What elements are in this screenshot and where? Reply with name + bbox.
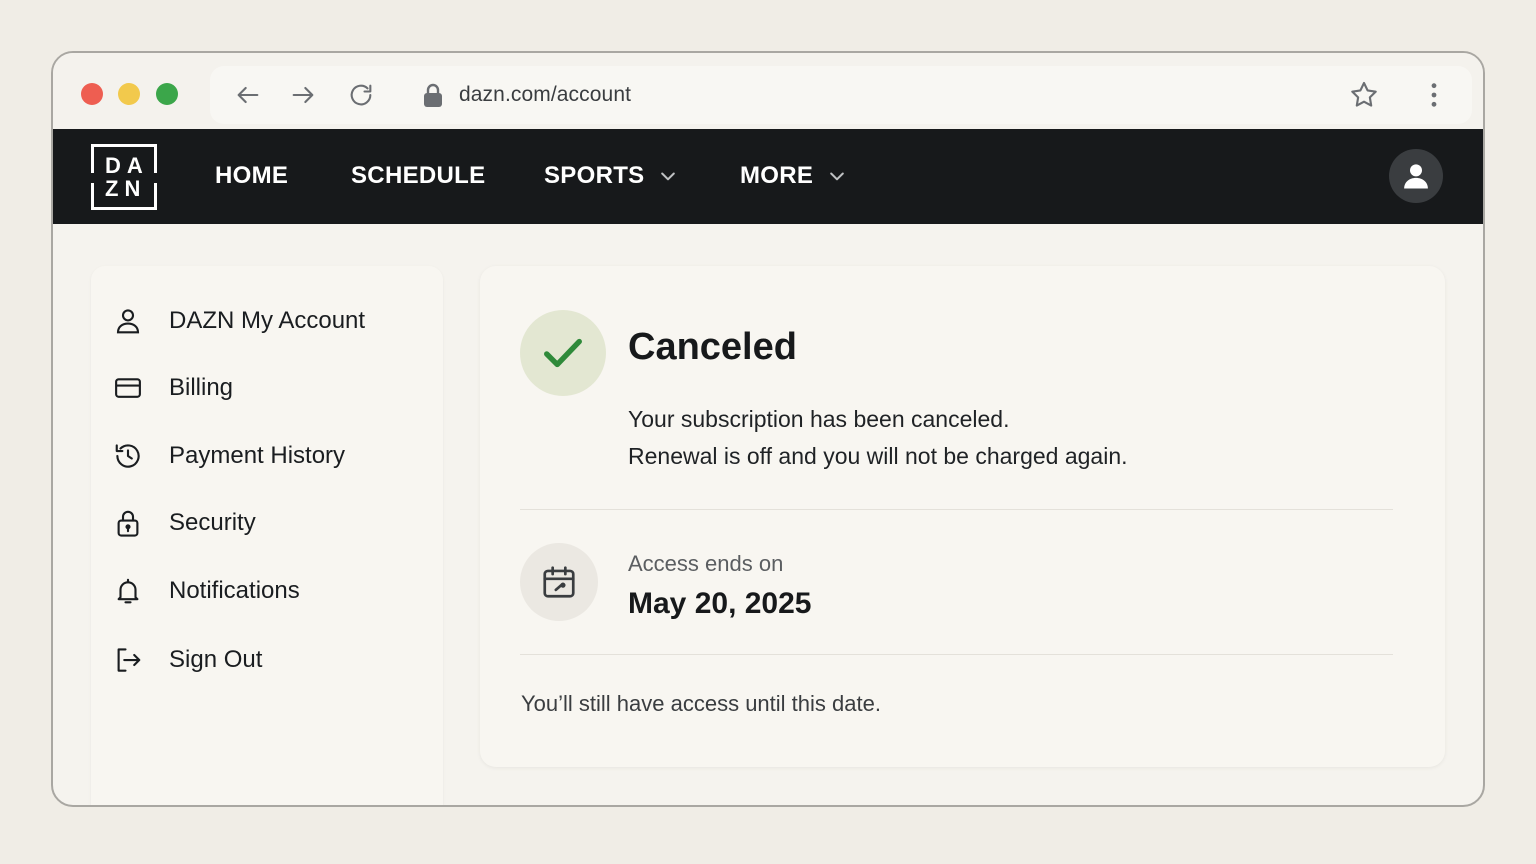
calendar-icon <box>543 566 575 598</box>
sidebar-item-security[interactable]: Security <box>113 503 256 543</box>
access-end-date: May 20, 2025 <box>628 587 812 620</box>
forward-arrow-icon[interactable] <box>287 79 319 111</box>
account-sidebar: DAZN My Account Billing Payment History … <box>91 266 443 805</box>
access-footnote: You’ll still have access until this date… <box>521 691 881 716</box>
checkmark-icon <box>544 338 582 368</box>
nav-more-label: MORE <box>740 162 814 189</box>
nav-schedule-label: SCHEDULE <box>351 162 486 189</box>
nav-home-label: HOME <box>215 162 289 189</box>
nav-more[interactable]: MORE <box>740 162 847 190</box>
top-navigation: DA ZN HOME SCHEDULE SPORTS MORE <box>53 129 1483 224</box>
browser-window: dazn.com/account DA ZN HOME SCHEDULE SPO… <box>51 51 1485 807</box>
nav-schedule[interactable]: SCHEDULE <box>351 162 485 190</box>
sidebar-item-sign-out[interactable]: Sign Out <box>113 640 262 680</box>
chevron-down-icon <box>830 172 845 181</box>
bookmark-star-icon[interactable] <box>1348 79 1380 111</box>
reload-icon[interactable] <box>345 79 377 111</box>
back-arrow-icon[interactable] <box>232 79 264 111</box>
chevron-down-icon <box>661 172 676 181</box>
maximize-window-button[interactable] <box>156 83 178 105</box>
success-badge <box>520 310 606 396</box>
status-title: Canceled <box>628 326 797 368</box>
sidebar-item-notifications[interactable]: Notifications <box>113 571 300 611</box>
sign-out-icon <box>117 648 141 672</box>
lock-icon <box>421 82 445 108</box>
sidebar-item-label: Payment History <box>169 442 346 469</box>
sidebar-item-label: Sign Out <box>169 646 263 673</box>
nav-sports-label: SPORTS <box>544 162 645 189</box>
close-window-button[interactable] <box>81 83 103 105</box>
credit-card-icon <box>115 378 141 398</box>
bell-icon <box>117 578 139 604</box>
divider <box>520 509 1393 510</box>
browser-chrome: dazn.com/account <box>53 53 1483 129</box>
address-bar[interactable]: dazn.com/account <box>210 66 1472 124</box>
status-message-line2: Renewal is off and you will not be charg… <box>628 443 1128 469</box>
user-icon <box>116 309 140 334</box>
profile-avatar-button[interactable] <box>1389 149 1443 203</box>
status-message-line1: Your subscription has been canceled. <box>628 406 1010 432</box>
logo-text-bottom: ZN <box>105 176 147 201</box>
divider <box>520 654 1393 655</box>
user-icon <box>1404 164 1428 189</box>
lock-icon <box>117 510 139 537</box>
url-text[interactable]: dazn.com/account <box>459 83 631 107</box>
nav-sports[interactable]: SPORTS <box>544 162 678 190</box>
sidebar-item-label: Notifications <box>169 577 300 604</box>
sidebar-item-label: Security <box>169 509 256 536</box>
subscription-status-card: Canceled Your subscription has been canc… <box>480 266 1445 767</box>
sidebar-item-my-account[interactable]: DAZN My Account <box>113 301 365 341</box>
calendar-badge <box>520 543 598 621</box>
logo-text-top: DA <box>105 153 149 178</box>
sidebar-item-billing[interactable]: Billing <box>113 368 233 408</box>
minimize-window-button[interactable] <box>118 83 140 105</box>
sidebar-item-label: DAZN My Account <box>169 307 366 334</box>
history-icon <box>115 444 140 468</box>
access-ends-label: Access ends on <box>628 551 784 576</box>
nav-home[interactable]: HOME <box>215 162 288 190</box>
dazn-logo[interactable]: DA ZN <box>89 144 159 210</box>
sidebar-item-payment-history[interactable]: Payment History <box>113 436 345 476</box>
kebab-menu-icon[interactable] <box>1418 79 1450 111</box>
sidebar-item-label: Billing <box>169 374 234 401</box>
